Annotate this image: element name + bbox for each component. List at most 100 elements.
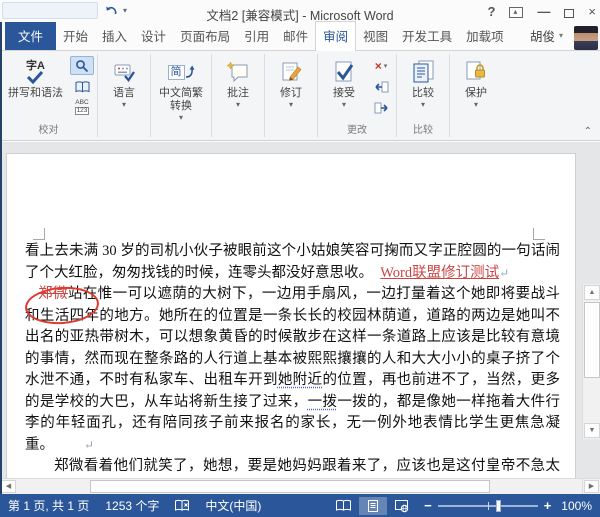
language-icon — [113, 57, 135, 87]
previous-change-button[interactable] — [369, 77, 393, 96]
document-page[interactable]: 看上去未满 30 岁的司机小伙子被眼前这个小姑娘笑容可掬而又字正腔圆的一句话闹了… — [6, 153, 576, 478]
proofing-book-icon — [175, 499, 190, 511]
zoom-in-button[interactable]: + — [544, 498, 552, 513]
print-layout-button[interactable] — [359, 496, 388, 515]
zoom-out-button[interactable]: − — [424, 498, 432, 513]
zoom-slider-tick — [487, 501, 489, 510]
group-label-tracking — [268, 124, 314, 140]
collapse-ribbon-icon[interactable]: ⌃ — [584, 126, 592, 137]
group-changes: 接受 ▾ × ▾ 更改 — [318, 51, 396, 140]
tracked-insert-run: Word联盟修订测试 — [380, 264, 500, 281]
tab-developer[interactable]: 开发工具 — [395, 22, 459, 50]
horizontal-scrollbar[interactable]: ◀ — [0, 478, 582, 494]
web-layout-button[interactable] — [387, 497, 416, 515]
user-name: 胡俊 — [529, 30, 555, 44]
scroll-right-arrow[interactable]: ▶ — [584, 480, 599, 493]
horizontal-scroll-thumb[interactable] — [90, 480, 490, 493]
reject-x-icon: × — [374, 58, 382, 73]
tab-references[interactable]: 引用 — [237, 22, 276, 50]
reject-button[interactable]: × ▾ — [369, 56, 393, 75]
tab-page-layout[interactable]: 页面布局 — [173, 22, 237, 50]
zoom-slider[interactable] — [437, 499, 538, 512]
page-indicator[interactable]: 第 1 页, 共 1 页 — [0, 497, 97, 514]
tab-insert[interactable]: 插入 — [95, 22, 134, 50]
read-mode-icon — [336, 499, 352, 511]
tab-design[interactable]: 设计 — [134, 22, 173, 50]
user-caret-icon: ▾ — [558, 31, 563, 40]
text-run: 郑微看着他们就笑了，她想，要是她妈妈跟着来了，应该也是这付皇帝不急太监急的模样吧… — [54, 458, 560, 474]
accept-label: 接受 — [333, 87, 355, 99]
zoom-level[interactable]: 100% — [559, 499, 600, 513]
thesaurus-button[interactable] — [70, 77, 94, 96]
help-icon[interactable]: ? — [487, 3, 495, 21]
paragraph-mark: ↵ — [499, 265, 510, 280]
document-area: 看上去未满 30 岁的司机小伙子被眼前这个小姑娘笑容可掬而又字正腔圆的一句话闹了… — [0, 142, 600, 478]
vertical-scroll-thumb[interactable] — [584, 302, 600, 378]
tab-mailings[interactable]: 邮件 — [276, 22, 315, 50]
language-indicator[interactable]: 中文(中国) — [197, 497, 269, 514]
chevron-down-icon: ▾ — [121, 100, 126, 109]
chevron-down-icon: ▾ — [420, 100, 425, 109]
margin-cropmark-right — [533, 228, 545, 240]
language-button[interactable]: 语言 ▾ — [101, 53, 147, 111]
document-text: 看上去未满 30 岁的司机小伙子被眼前这个小姑娘笑容可掬而又字正腔圆的一句话闹了… — [25, 241, 560, 478]
language-label: 语言 — [113, 87, 135, 99]
group-comments: 批注 ▾ — [212, 51, 264, 140]
chevron-down-icon: ▾ — [341, 100, 346, 109]
comment-icon — [226, 57, 250, 87]
word-count-indicator[interactable]: 1253 个字 — [97, 497, 167, 514]
track-changes-button[interactable]: 修订 ▾ — [268, 53, 314, 111]
group-protect: 保护 ▾ — [450, 51, 502, 140]
paragraph-mark: ↵ — [84, 437, 95, 452]
statusbar-right: − + 100% — [328, 496, 600, 515]
group-label-comments — [215, 124, 261, 140]
abc-123-icon: ABC 123 — [74, 99, 90, 115]
protect-label: 保护 — [465, 87, 487, 99]
research-button[interactable] — [70, 56, 94, 75]
ribbon-review: 字A 拼写和语法 ABC 123 校对 语言 ▾ 简 中文简繁 转换 ▾ 批注 … — [0, 51, 600, 141]
new-comment-button[interactable]: 批注 ▾ — [215, 53, 261, 111]
spelling-grammar-button[interactable]: 字A 拼写和语法 — [3, 53, 68, 102]
protect-button[interactable]: 保护 ▾ — [453, 53, 499, 111]
zoom-slider-thumb[interactable] — [495, 499, 501, 512]
tab-review[interactable]: 审阅 — [315, 21, 357, 51]
scrollbar-corner: ▶ — [582, 478, 600, 494]
accept-icon — [332, 57, 356, 87]
user-account-menu[interactable]: 胡俊 ▾ — [523, 22, 570, 50]
protect-lock-icon — [465, 57, 487, 87]
web-layout-icon — [395, 499, 409, 512]
ribbon-tab-bar: 文件 开始 插入 设计 页面布局 引用 邮件 审阅 视图 开发工具 加载项 胡俊… — [0, 21, 600, 51]
tab-file[interactable]: 文件 — [5, 22, 57, 50]
tab-home[interactable]: 开始 — [56, 22, 95, 50]
scroll-left-arrow[interactable]: ◀ — [1, 480, 16, 493]
close-button[interactable]: × — [588, 3, 596, 21]
word-count-button[interactable]: ABC 123 — [70, 98, 94, 117]
chevron-down-icon: ▾ — [288, 100, 293, 109]
maximize-button[interactable] — [564, 9, 575, 18]
minimize-button[interactable]: — — [537, 3, 550, 21]
vertical-scrollbar[interactable]: ▲ ▼ — [582, 284, 600, 439]
chinese-conversion-label-1: 中文简繁 — [159, 87, 203, 99]
accept-button[interactable]: 接受 ▾ — [321, 53, 367, 111]
word-window: ▾ 文档2 [兼容模式] - Microsoft Word ? ▴ — × 文件… — [0, 0, 600, 517]
chevron-down-icon: ▾ — [235, 100, 240, 109]
scroll-up-arrow[interactable]: ▲ — [584, 285, 600, 300]
read-mode-button[interactable] — [328, 497, 359, 514]
scroll-down-arrow[interactable]: ▼ — [584, 423, 600, 438]
tab-view[interactable]: 视图 — [356, 22, 395, 50]
group-label-language — [101, 124, 147, 140]
group-compare: 比较 ▾ 比较 — [397, 51, 449, 140]
chevron-down-icon: ▾ — [383, 62, 388, 70]
grammar-check-run: 她附近 — [277, 372, 323, 388]
chinese-conversion-button[interactable]: 简 中文简繁 转换 ▾ — [154, 53, 208, 124]
grammar-check-run: 一拨 — [307, 393, 338, 410]
tab-addins[interactable]: 加载项 — [459, 22, 511, 50]
ribbon-display-options-icon[interactable]: ▴ — [509, 6, 524, 18]
proofing-status-button[interactable] — [167, 499, 197, 512]
group-label-conversion — [154, 124, 208, 140]
next-change-button[interactable] — [369, 98, 393, 117]
user-avatar[interactable] — [574, 26, 598, 50]
compare-button[interactable]: 比较 ▾ — [400, 53, 446, 111]
changes-small-buttons: × ▾ — [369, 53, 393, 117]
print-layout-icon — [368, 499, 379, 512]
